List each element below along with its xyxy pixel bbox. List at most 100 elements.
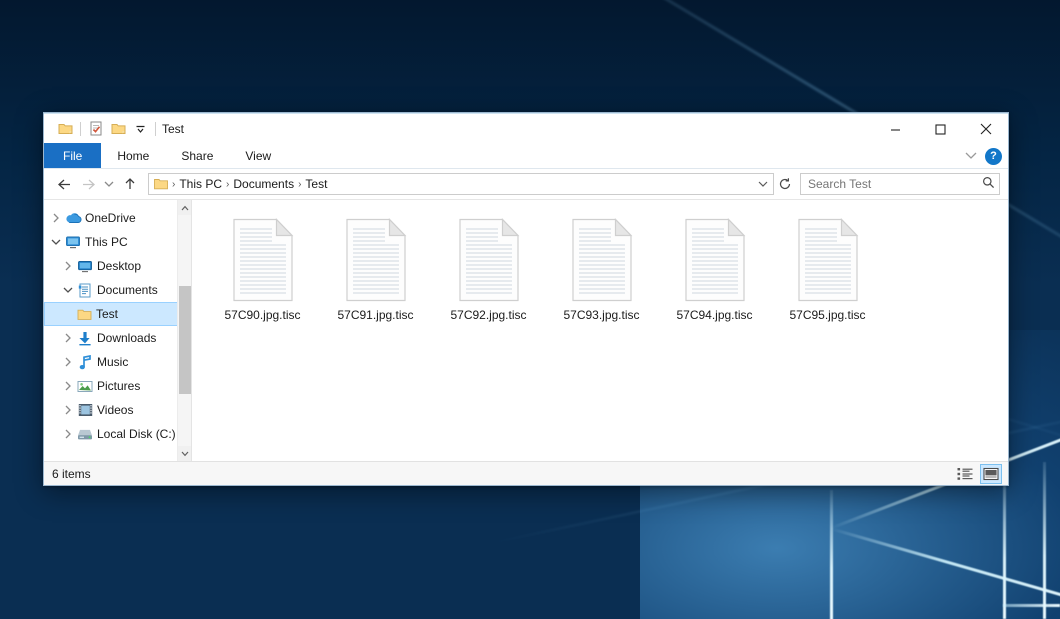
file-name: 57C90.jpg.tisc xyxy=(224,308,300,322)
chevron-right-icon[interactable] xyxy=(60,381,76,391)
tab-view[interactable]: View xyxy=(229,143,287,168)
tab-home[interactable]: Home xyxy=(101,143,165,168)
close-button[interactable] xyxy=(963,114,1008,144)
folder-icon[interactable] xyxy=(54,118,76,140)
file-item[interactable]: 57C92.jpg.tisc xyxy=(432,214,545,328)
file-explorer-window: Test File Home Share View ? xyxy=(43,112,1009,486)
breadcrumb-item-documents[interactable]: Documents xyxy=(230,177,297,191)
sidebar-item-label: Videos xyxy=(97,403,133,417)
new-folder-icon[interactable] xyxy=(107,118,129,140)
maximize-button[interactable] xyxy=(918,114,963,144)
windows-logo-beam xyxy=(830,490,833,619)
up-button[interactable] xyxy=(118,172,142,196)
chevron-right-icon[interactable] xyxy=(48,213,64,223)
chevron-right-icon[interactable] xyxy=(60,261,76,271)
file-item[interactable]: 57C90.jpg.tisc xyxy=(206,214,319,328)
sidebar-item-this-pc[interactable]: This PC xyxy=(44,230,191,254)
generic-document-icon xyxy=(793,218,863,302)
window-controls xyxy=(873,114,1008,144)
pictures-icon xyxy=(76,380,94,393)
sidebar-item-label: Test xyxy=(96,307,118,321)
generic-document-icon xyxy=(567,218,637,302)
sidebar-item-label: OneDrive xyxy=(85,211,136,225)
drive-icon xyxy=(76,428,94,441)
folder-icon xyxy=(75,308,93,321)
large-icons-view-button[interactable] xyxy=(980,464,1002,484)
sidebar-item-label: Documents xyxy=(97,283,158,297)
file-name: 57C93.jpg.tisc xyxy=(563,308,639,322)
download-icon xyxy=(76,331,94,346)
address-bar: › This PC › Documents › Test xyxy=(44,169,1008,199)
generic-document-icon xyxy=(680,218,750,302)
breadcrumb-item-test[interactable]: Test xyxy=(302,177,330,191)
file-grid: 57C90.jpg.tisc xyxy=(192,214,1008,328)
sidebar-item-documents[interactable]: Documents xyxy=(44,278,191,302)
ribbon-right-controls: ? xyxy=(965,143,1002,169)
chevron-right-icon[interactable] xyxy=(60,333,76,343)
sidebar-item-music[interactable]: Music xyxy=(44,350,191,374)
window-body: OneDrive This PC xyxy=(44,199,1008,461)
sidebar-item-label: Downloads xyxy=(97,331,156,345)
videos-icon xyxy=(76,403,94,417)
chevron-right-icon[interactable] xyxy=(60,405,76,415)
title-bar: Test xyxy=(44,113,1008,143)
chevron-right-icon[interactable] xyxy=(60,429,76,439)
sidebar-item-onedrive[interactable]: OneDrive xyxy=(44,206,191,230)
documents-icon xyxy=(76,283,94,298)
scroll-down-icon[interactable] xyxy=(178,446,192,461)
desktop-icon xyxy=(76,260,94,273)
expand-ribbon-icon[interactable] xyxy=(965,149,977,163)
file-list-view[interactable]: 57C90.jpg.tisc xyxy=(192,200,1008,461)
breadcrumb[interactable]: › This PC › Documents › Test xyxy=(148,173,774,195)
sidebar-item-test[interactable]: Test xyxy=(44,302,191,326)
back-button[interactable] xyxy=(52,172,76,196)
refresh-button[interactable] xyxy=(774,173,796,195)
chevron-down-icon[interactable] xyxy=(60,286,76,294)
sidebar-item-pictures[interactable]: Pictures xyxy=(44,374,191,398)
file-item[interactable]: 57C95.jpg.tisc xyxy=(771,214,884,328)
file-item[interactable]: 57C94.jpg.tisc xyxy=(658,214,771,328)
music-icon xyxy=(76,355,94,370)
breadcrumb-item-this-pc[interactable]: This PC xyxy=(176,177,225,191)
search-icon[interactable] xyxy=(982,176,995,192)
sidebar-item-desktop[interactable]: Desktop xyxy=(44,254,191,278)
monitor-icon xyxy=(64,236,82,249)
file-name: 57C92.jpg.tisc xyxy=(450,308,526,322)
cloud-icon xyxy=(64,212,82,224)
recent-locations-button[interactable] xyxy=(100,172,118,196)
file-name: 57C95.jpg.tisc xyxy=(789,308,865,322)
navigation-pane: OneDrive This PC xyxy=(44,200,192,461)
sidebar-scrollbar[interactable] xyxy=(177,200,191,461)
status-bar: 6 items xyxy=(44,461,1008,485)
tab-file[interactable]: File xyxy=(44,143,101,168)
tab-share[interactable]: Share xyxy=(165,143,229,168)
chevron-down-icon[interactable] xyxy=(48,238,64,246)
generic-document-icon xyxy=(341,218,411,302)
toolbar-separator xyxy=(155,122,156,136)
sidebar-item-videos[interactable]: Videos xyxy=(44,398,191,422)
search-input[interactable] xyxy=(808,177,982,191)
ribbon-tabs: File Home Share View ? xyxy=(44,143,1008,169)
scroll-up-icon[interactable] xyxy=(178,200,192,215)
minimize-button[interactable] xyxy=(873,114,918,144)
file-name: 57C94.jpg.tisc xyxy=(676,308,752,322)
details-view-button[interactable] xyxy=(954,464,976,484)
generic-document-icon xyxy=(228,218,298,302)
help-icon[interactable]: ? xyxy=(985,148,1002,165)
search-box[interactable] xyxy=(800,173,1000,195)
chevron-down-icon[interactable] xyxy=(755,180,771,188)
sidebar-item-local-disk-c[interactable]: Local Disk (C:) xyxy=(44,422,191,446)
forward-button xyxy=(76,172,100,196)
toolbar-separator xyxy=(80,122,81,136)
sidebar-item-downloads[interactable]: Downloads xyxy=(44,326,191,350)
item-count-label: 6 items xyxy=(52,467,91,481)
file-item[interactable]: 57C93.jpg.tisc xyxy=(545,214,658,328)
customize-quick-access-toolbar-icon[interactable] xyxy=(129,118,151,140)
sidebar-item-label: Desktop xyxy=(97,259,141,273)
sidebar-item-label: Music xyxy=(97,355,128,369)
file-item[interactable]: 57C91.jpg.tisc xyxy=(319,214,432,328)
scrollbar-thumb[interactable] xyxy=(179,286,191,394)
chevron-right-icon[interactable] xyxy=(60,357,76,367)
windows-logo-beam xyxy=(1043,462,1046,619)
properties-icon[interactable] xyxy=(85,118,107,140)
